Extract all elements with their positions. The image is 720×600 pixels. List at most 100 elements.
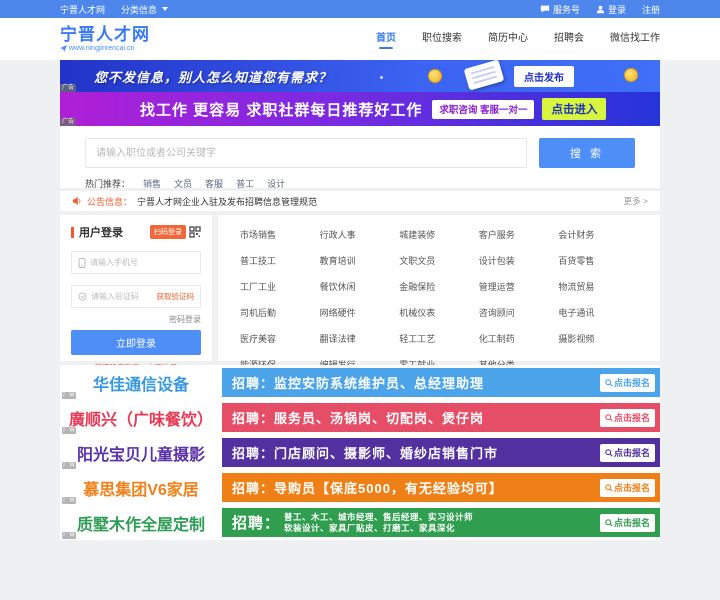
user-icon xyxy=(596,5,605,13)
search-section: 搜 索 热门推荐： 销售 文员 客服 普工 设计 xyxy=(60,126,660,190)
recruit-text: 招聘：服务员、汤锅岗、切配岗、煲仔岗 xyxy=(232,411,485,426)
category-link[interactable]: 工厂工业 xyxy=(240,280,320,293)
recruit-text: 招聘：门店顾问、摄影师、婚纱店销售门市 xyxy=(232,446,499,461)
recruit-text: 招聘：监控安防系统维护员、总经理助理 xyxy=(232,376,485,391)
magnifier-icon xyxy=(605,448,613,457)
announcement-label: 公告信息： xyxy=(87,196,133,207)
category-link[interactable]: 医疗美容 xyxy=(240,332,320,345)
apply-button[interactable]: 点击报名 xyxy=(599,478,655,497)
publish-button[interactable]: 点击发布 xyxy=(514,66,574,87)
apply-button[interactable]: 点击报名 xyxy=(599,373,655,392)
phone-icon xyxy=(78,257,86,268)
category-link[interactable]: 轻工工艺 xyxy=(399,332,479,345)
category-link[interactable]: 管理运营 xyxy=(479,280,559,293)
category-link[interactable]: 市场销售 xyxy=(240,228,320,241)
company-ad-row[interactable]: 阳光宝贝儿童摄影 招聘：门店顾问、摄影师、婚纱店销售门市 点击报名 广告 xyxy=(60,435,660,470)
hot-link-service[interactable]: 客服 xyxy=(205,177,223,190)
search-input[interactable] xyxy=(85,138,527,168)
category-link[interactable]: 客户服务 xyxy=(479,228,559,241)
apply-button[interactable]: 点击报名 xyxy=(599,513,655,532)
qr-code-icon[interactable] xyxy=(189,226,201,238)
accent-bar xyxy=(71,226,74,238)
phone-field[interactable]: 请输入手机号 xyxy=(71,251,201,274)
category-link[interactable]: 司机后勤 xyxy=(240,306,320,319)
group-banner-badge: 求职咨询 客服一对一 xyxy=(432,99,535,119)
paper-plane-icon xyxy=(60,45,67,52)
company-ad-row[interactable]: 慕思集团V6家居 招聘：导购员【保底5000，有无经验均可】 点击报名 广告 xyxy=(60,470,660,505)
category-link[interactable]: 百货零售 xyxy=(558,254,638,267)
category-link[interactable]: 教育培训 xyxy=(320,254,400,267)
category-link[interactable]: 摄影视频 xyxy=(558,332,638,345)
ad-tag: 广告 xyxy=(60,118,77,126)
category-link[interactable]: 城建装修 xyxy=(399,228,479,241)
recruit-banner: 招聘：监控安防系统维护员、总经理助理 点击报名 xyxy=(222,368,660,397)
category-link[interactable]: 网络硬件 xyxy=(320,306,400,319)
apply-button[interactable]: 点击报名 xyxy=(599,443,655,462)
nav-job-fair[interactable]: 招聘会 xyxy=(554,29,584,49)
topbar-site-link[interactable]: 宁晋人才网 xyxy=(60,3,105,16)
company-name: 华佳通信设备 xyxy=(92,376,189,394)
hot-link-design[interactable]: 设计 xyxy=(267,177,285,190)
recruit-banner: 招聘：门店顾问、摄影师、婚纱店销售门市 点击报名 xyxy=(222,438,660,467)
ad-tag: 广告 xyxy=(62,462,77,469)
captcha-placeholder: 请输入验证码 xyxy=(91,292,139,301)
topbar-register-link[interactable]: 注册 xyxy=(642,3,660,16)
password-login-link[interactable]: 密码登录 xyxy=(71,314,201,325)
announcement-link[interactable]: 宁晋人才网企业入驻及发布招聘信息管理规范 xyxy=(137,195,317,208)
nav-resume-center[interactable]: 简历中心 xyxy=(488,29,528,49)
enter-group-button[interactable]: 点击进入 xyxy=(542,98,607,120)
category-link[interactable]: 翻译法律 xyxy=(320,332,400,345)
nav-wechat-jobs[interactable]: 微信找工作 xyxy=(610,29,660,49)
hot-link-worker[interactable]: 普工 xyxy=(236,177,254,190)
coin-icon xyxy=(624,68,638,82)
recruit-banner: 招聘：服务员、汤锅岗、切配岗、煲仔岗 点击报名 xyxy=(222,403,660,432)
category-link[interactable]: 电子通讯 xyxy=(558,306,638,319)
site-logo[interactable]: 宁晋人才网 www.ningjinrencai.cn xyxy=(60,26,150,52)
company-name: 慕思集团V6家居 xyxy=(83,481,199,499)
category-link[interactable]: 金融保险 xyxy=(399,280,479,293)
get-code-link[interactable]: 获取验证码 xyxy=(157,291,195,302)
company-ad-row[interactable]: 质墅木作全屋定制 招聘： 普工、木工、城市经理、售后经理、实习设计师 软装设计、… xyxy=(60,505,660,540)
scan-login-badge[interactable]: 扫码登录 xyxy=(150,225,186,239)
hot-link-sales[interactable]: 销售 xyxy=(143,177,161,190)
topbar-classified-menu[interactable]: 分类信息 xyxy=(121,3,169,16)
category-link[interactable]: 咨询顾问 xyxy=(479,306,559,319)
nav-job-search[interactable]: 职位搜索 xyxy=(422,29,462,49)
magnifier-icon xyxy=(605,413,613,422)
captcha-field[interactable]: 请输入验证码 获取验证码 xyxy=(71,285,201,308)
topbar-login-link[interactable]: 登录 xyxy=(596,3,626,16)
category-link[interactable]: 机械仪表 xyxy=(399,306,479,319)
shield-check-icon xyxy=(78,292,87,301)
login-button[interactable]: 立即登录 xyxy=(71,330,201,355)
category-link[interactable]: 设计包装 xyxy=(479,254,559,267)
classified-label: 分类信息 xyxy=(121,4,158,15)
hot-link-clerk[interactable]: 文员 xyxy=(174,177,192,190)
magnifier-icon xyxy=(605,483,613,492)
company-ad-row[interactable]: 华佳通信设备 招聘：监控安防系统维护员、总经理助理 点击报名 广告 xyxy=(60,365,660,400)
coin-icon xyxy=(428,69,442,83)
category-link[interactable]: 文职文员 xyxy=(399,254,479,267)
category-link[interactable]: 行政人事 xyxy=(320,228,400,241)
main-nav: 首页 职位搜索 简历中心 招聘会 微信找工作 xyxy=(376,29,660,49)
logo-url: www.ningjinrencai.cn xyxy=(69,45,135,52)
category-link[interactable]: 普工技工 xyxy=(240,254,320,267)
company-ad-row[interactable]: 廣顺兴（广味餐饮） 招聘：服务员、汤锅岗、切配岗、煲仔岗 点击报名 广告 xyxy=(60,400,660,435)
publish-ad-banner[interactable]: 您不发信息，别人怎么知道您有需求？ 点击发布 广告 xyxy=(60,60,660,92)
category-link[interactable]: 会计财务 xyxy=(558,228,638,241)
magnifier-icon xyxy=(605,518,613,527)
announcement-more-link[interactable]: 更多 > xyxy=(624,195,648,207)
category-link[interactable]: 化工制药 xyxy=(479,332,559,345)
category-link[interactable]: 餐饮休闲 xyxy=(320,280,400,293)
nav-home[interactable]: 首页 xyxy=(376,29,396,49)
ad-tag: 广告 xyxy=(62,532,77,539)
login-panel-title: 用户登录 xyxy=(79,227,123,239)
apply-button[interactable]: 点击报名 xyxy=(599,408,655,427)
recruit-prefix: 招聘： xyxy=(232,515,281,532)
company-ad-list: 华佳通信设备 招聘：监控安防系统维护员、总经理助理 点击报名 广告 廣顺兴（广味… xyxy=(60,365,660,540)
phone-placeholder: 请输入手机号 xyxy=(90,258,138,267)
company-name: 阳光宝贝儿童摄影 xyxy=(76,446,205,464)
search-button[interactable]: 搜 索 xyxy=(539,138,635,168)
job-group-ad-banner[interactable]: 找工作 更容易 求职社群每日推荐好工作 求职咨询 客服一对一 点击进入 广告 xyxy=(60,92,660,126)
category-link[interactable]: 物流贸易 xyxy=(558,280,638,293)
topbar-service-link[interactable]: 服务号 xyxy=(540,3,580,16)
